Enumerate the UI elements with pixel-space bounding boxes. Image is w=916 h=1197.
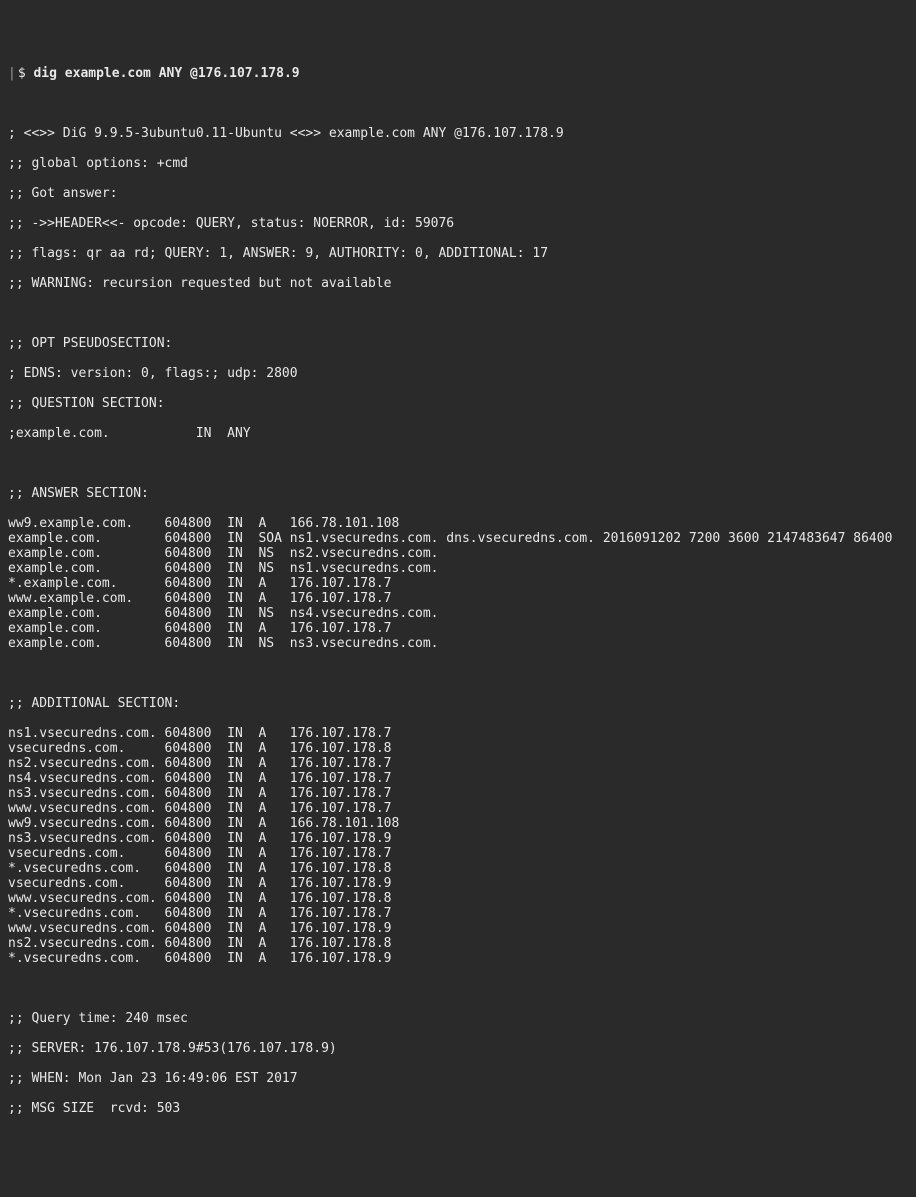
additional-row: vsecuredns.com. 604800 IN A 176.107.178.… — [8, 876, 908, 891]
answer-row: example.com. 604800 IN A 176.107.178.7 — [8, 621, 908, 636]
warning-line: ;; WARNING: recursion requested but not … — [8, 276, 908, 291]
opt-section-header: ;; OPT PSEUDOSECTION: — [8, 336, 908, 351]
server-line: ;; SERVER: 176.107.178.9#53(176.107.178.… — [8, 1041, 908, 1056]
blank-line — [8, 981, 908, 996]
blank-line — [8, 306, 908, 321]
command-text: dig example.com ANY @176.107.178.9 — [33, 66, 299, 81]
prompt-symbol: $ — [18, 66, 34, 81]
command-prompt[interactable]: |$ dig example.com ANY @176.107.178.9 — [8, 66, 908, 81]
when-line: ;; WHEN: Mon Jan 23 16:49:06 EST 2017 — [8, 1071, 908, 1086]
additional-section: ns1.vsecuredns.com. 604800 IN A 176.107.… — [8, 726, 908, 966]
additional-row: *.vsecuredns.com. 604800 IN A 176.107.17… — [8, 906, 908, 921]
blank-line — [8, 456, 908, 471]
additional-row: www.vsecuredns.com. 604800 IN A 176.107.… — [8, 891, 908, 906]
additional-row: ww9.vsecuredns.com. 604800 IN A 166.78.1… — [8, 816, 908, 831]
additional-row: ns4.vsecuredns.com. 604800 IN A 176.107.… — [8, 771, 908, 786]
additional-section-header: ;; ADDITIONAL SECTION: — [8, 696, 908, 711]
dig-banner: ; <<>> DiG 9.9.5-3ubuntu0.11-Ubuntu <<>>… — [8, 126, 908, 141]
answer-row: example.com. 604800 IN NS ns1.vsecuredns… — [8, 561, 908, 576]
answer-section: ww9.example.com. 604800 IN A 166.78.101.… — [8, 516, 908, 651]
answer-section-header: ;; ANSWER SECTION: — [8, 486, 908, 501]
header-line: ;; ->>HEADER<<- opcode: QUERY, status: N… — [8, 216, 908, 231]
answer-row: ww9.example.com. 604800 IN A 166.78.101.… — [8, 516, 908, 531]
additional-row: ns2.vsecuredns.com. 604800 IN A 176.107.… — [8, 936, 908, 951]
additional-row: ns2.vsecuredns.com. 604800 IN A 176.107.… — [8, 756, 908, 771]
answer-row: example.com. 604800 IN NS ns3.vsecuredns… — [8, 636, 908, 651]
answer-row: example.com. 604800 IN NS ns2.vsecuredns… — [8, 546, 908, 561]
additional-row: *.vsecuredns.com. 604800 IN A 176.107.17… — [8, 861, 908, 876]
global-options: ;; global options: +cmd — [8, 156, 908, 171]
edns-line: ; EDNS: version: 0, flags:; udp: 2800 — [8, 366, 908, 381]
msg-size: ;; MSG SIZE rcvd: 503 — [8, 1101, 908, 1116]
additional-row: vsecuredns.com. 604800 IN A 176.107.178.… — [8, 846, 908, 861]
additional-row: ns1.vsecuredns.com. 604800 IN A 176.107.… — [8, 726, 908, 741]
got-answer: ;; Got answer: — [8, 186, 908, 201]
additional-row: www.vsecuredns.com. 604800 IN A 176.107.… — [8, 921, 908, 936]
answer-row: example.com. 604800 IN NS ns4.vsecuredns… — [8, 606, 908, 621]
question-section-header: ;; QUESTION SECTION: — [8, 396, 908, 411]
query-time: ;; Query time: 240 msec — [8, 1011, 908, 1026]
answer-row: *.example.com. 604800 IN A 176.107.178.7 — [8, 576, 908, 591]
additional-row: vsecuredns.com. 604800 IN A 176.107.178.… — [8, 741, 908, 756]
answer-row: example.com. 604800 IN SOA ns1.vsecuredn… — [8, 531, 908, 546]
flags-line: ;; flags: qr aa rd; QUERY: 1, ANSWER: 9,… — [8, 246, 908, 261]
prompt-sep: | — [8, 66, 16, 81]
blank-line — [8, 96, 908, 111]
blank-line — [8, 666, 908, 681]
additional-row: www.vsecuredns.com. 604800 IN A 176.107.… — [8, 801, 908, 816]
additional-row: ns3.vsecuredns.com. 604800 IN A 176.107.… — [8, 831, 908, 846]
answer-row: www.example.com. 604800 IN A 176.107.178… — [8, 591, 908, 606]
additional-row: *.vsecuredns.com. 604800 IN A 176.107.17… — [8, 951, 908, 966]
question-row: ;example.com. IN ANY — [8, 426, 908, 441]
additional-row: ns3.vsecuredns.com. 604800 IN A 176.107.… — [8, 786, 908, 801]
